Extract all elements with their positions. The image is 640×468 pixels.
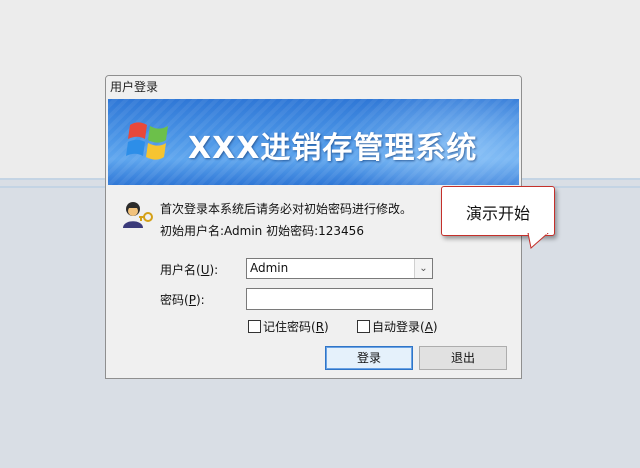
- chevron-down-icon[interactable]: ⌄: [414, 259, 432, 278]
- exit-button[interactable]: 退出: [419, 346, 507, 370]
- auto-login-label[interactable]: 自动登录(A): [372, 318, 438, 335]
- user-key-icon: [123, 202, 153, 228]
- username-combobox[interactable]: Admin ⌄: [246, 258, 433, 279]
- password-field[interactable]: [246, 288, 433, 310]
- info-notice: 首次登录本系统后请务必对初始密码进行修改。: [160, 202, 413, 216]
- auto-login-checkbox[interactable]: [357, 320, 370, 333]
- callout-text: 演示开始: [465, 204, 530, 223]
- username-label: 用户名(U):: [160, 263, 219, 277]
- username-value: Admin: [250, 261, 289, 275]
- demo-callout: 演示开始: [441, 186, 555, 236]
- initial-credentials: 初始用户名:Admin 初始密码:123456: [160, 224, 364, 238]
- login-button[interactable]: 登录: [325, 346, 413, 370]
- callout-tail: [527, 233, 549, 249]
- remember-password-label[interactable]: 记住密码(R): [263, 318, 329, 335]
- dialog-title: 用户登录: [106, 76, 521, 98]
- banner-title: XXX进销存管理系统: [188, 131, 478, 166]
- banner: XXX进销存管理系统: [108, 99, 519, 185]
- password-label: 密码(P):: [160, 293, 205, 307]
- remember-password-checkbox[interactable]: [248, 320, 261, 333]
- windows-flag-icon: [126, 122, 168, 160]
